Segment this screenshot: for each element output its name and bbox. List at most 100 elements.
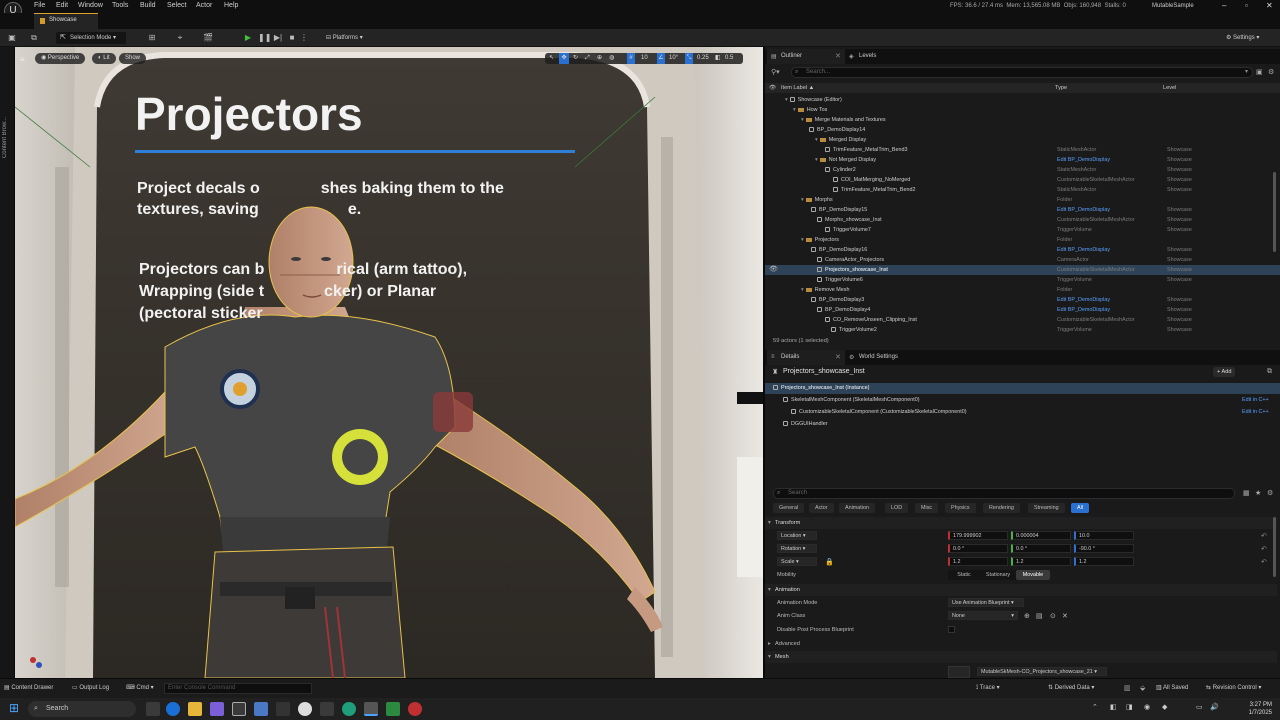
outliner-row[interactable]: TrimFeature_MetalTrim_Bend3 StaticMeshAct… xyxy=(765,145,1280,155)
platforms-button[interactable]: ⊟ Platforms ▾ xyxy=(326,32,363,44)
stats-icon[interactable]: ▥ xyxy=(1124,684,1131,692)
mesh-dropdown[interactable]: MutableSkMesh-CO_Projectors_showcase_21 … xyxy=(977,667,1107,676)
select-tool-icon[interactable]: ↖ xyxy=(549,53,554,64)
location-z-input[interactable]: 10.0 xyxy=(1074,531,1134,540)
settings-button[interactable]: ⚙ Settings ▾ xyxy=(1226,32,1259,44)
visibility-eye-icon[interactable]: 👁 xyxy=(769,265,778,275)
cinematics-icon[interactable]: 🎬 xyxy=(202,32,214,44)
outliner-row[interactable]: BP_DemoDisplay14 xyxy=(765,125,1280,135)
app-icon[interactable] xyxy=(232,702,246,716)
grid-snap-icon[interactable]: # xyxy=(627,53,635,64)
onedrive-icon[interactable] xyxy=(320,702,334,716)
section-advanced[interactable]: ▸ Advanced xyxy=(765,639,1277,650)
tab-showcase[interactable]: Showcase xyxy=(34,13,98,29)
browse-icon[interactable]: ▤ xyxy=(1036,612,1043,620)
filter-icon[interactable]: ⚲▾ xyxy=(771,68,780,76)
content-browser-strip[interactable]: Content Brow... xyxy=(0,47,15,678)
blueprint-link-icon[interactable]: ⧉ xyxy=(1267,368,1272,376)
reset-scale-icon[interactable]: ↶ xyxy=(1261,558,1267,566)
rotation-z-input[interactable]: -90.0 ° xyxy=(1074,544,1134,553)
rotation-dropdown[interactable]: Rotation ▾ xyxy=(777,544,817,553)
scale-snap-value[interactable]: 0.25 xyxy=(697,53,709,64)
volume-icon[interactable]: 🔊 xyxy=(1210,703,1219,711)
use-selected-icon[interactable]: ⊕ xyxy=(1024,612,1030,620)
tray-app4-icon[interactable]: ◆ xyxy=(1162,703,1167,711)
outliner-row[interactable]: TriggerVolume2 TriggerVolume Showcase xyxy=(765,325,1280,335)
reset-location-icon[interactable]: ↶ xyxy=(1261,532,1267,540)
lock-scale-icon[interactable]: 🔒 xyxy=(825,558,834,566)
component-row[interactable]: DGGUIHandler xyxy=(765,419,1280,430)
tab-outliner[interactable]: ▤ Outliner xyxy=(767,49,845,64)
details-close-icon[interactable]: ✕ xyxy=(835,353,841,361)
outliner-row[interactable]: ▾ Showcase (Editor) xyxy=(765,95,1280,105)
edge-icon[interactable] xyxy=(342,702,356,716)
nvidia-icon[interactable] xyxy=(386,702,400,716)
scale-dropdown[interactable]: Scale ▾ xyxy=(777,557,817,566)
outliner-row[interactable]: CO_RemoveUnseen_Clipping_Inst Customizabl… xyxy=(765,315,1280,325)
scale-x-input[interactable]: 1.2 xyxy=(948,557,1008,566)
expand-arrow-icon[interactable]: ▾ xyxy=(815,137,818,143)
disable-pp-checkbox[interactable] xyxy=(948,626,955,633)
task-view-icon[interactable] xyxy=(146,702,160,716)
unreal-taskbar-icon[interactable] xyxy=(364,702,378,716)
maximize-icon[interactable]: ▫ xyxy=(1245,1,1248,10)
category-tab[interactable]: Animation xyxy=(839,503,875,513)
anim-mode-dropdown[interactable]: Use Animation Blueprint ▾ xyxy=(948,598,1024,607)
outliner-row[interactable]: ▾ Morphs Folder xyxy=(765,195,1280,205)
blueprint-icon[interactable]: ⌖ xyxy=(174,32,186,44)
derived-data-button[interactable]: ⇅ Derived Data ▾ xyxy=(1048,684,1094,691)
component-row[interactable]: CustomizableSkeletalComponent (Customiza… xyxy=(765,407,1280,418)
component-row[interactable]: SkeletalMeshComponent (SkeletalMeshCompo… xyxy=(765,395,1280,406)
taskbar-search[interactable]: ⌕ Search xyxy=(28,701,136,717)
outliner-row[interactable]: ▾ Merged Display xyxy=(765,135,1280,145)
content-icon[interactable]: ⧉ xyxy=(28,32,40,44)
pause-icon[interactable]: ❚❚ xyxy=(258,32,271,44)
outliner-row[interactable]: BP_DemoDisplay16 Edit BP_DemoDisplay Showc… xyxy=(765,245,1280,255)
grid-snap-value[interactable]: 10 xyxy=(641,53,648,64)
column-type[interactable]: Type xyxy=(1055,83,1067,93)
rotation-snap-value[interactable]: 10° xyxy=(669,53,678,64)
outliner-row-type[interactable]: Edit BP_DemoDisplay xyxy=(1057,245,1110,255)
menu-edit[interactable]: Edit xyxy=(56,2,68,9)
category-tab[interactable]: Streaming xyxy=(1028,503,1065,513)
tab-levels[interactable]: ◈ Levels xyxy=(845,49,882,64)
recorder-icon[interactable] xyxy=(408,702,422,716)
viewport-menu-icon[interactable]: ≡ xyxy=(20,55,25,64)
column-level[interactable]: Level xyxy=(1163,83,1176,93)
all-saved-button[interactable]: ▥ All Saved xyxy=(1156,684,1188,691)
network-icon[interactable]: ▭ xyxy=(1196,703,1203,711)
tray-app-icon[interactable]: ◧ xyxy=(1110,703,1117,711)
move-tool-icon[interactable]: ✥ xyxy=(559,53,569,64)
rotation-snap-icon[interactable]: ∠ xyxy=(657,53,665,64)
content-drawer-button[interactable]: ▤ Content Drawer xyxy=(4,684,53,691)
camera-speed-value[interactable]: 0.5 xyxy=(725,53,733,64)
clear-icon[interactable]: ✕ xyxy=(1062,612,1068,620)
outliner-scrollbar[interactable] xyxy=(1273,172,1276,252)
menu-window[interactable]: Window xyxy=(78,2,103,9)
column-item-label[interactable]: Item Label ▲ xyxy=(781,83,814,93)
menu-tools[interactable]: Tools xyxy=(112,2,128,9)
component-row[interactable]: Projectors_showcase_Inst (Instance) xyxy=(765,383,1280,394)
search-dropdown-icon[interactable]: ▾ xyxy=(1245,68,1248,77)
level-viewport[interactable]: Projectors Project decals o shes baking t… xyxy=(15,47,763,678)
visual-studio-icon[interactable] xyxy=(210,702,224,716)
outliner-row[interactable]: ▾ Remove Mesh Folder xyxy=(765,285,1280,295)
outliner-row-type[interactable]: Edit BP_DemoDisplay xyxy=(1057,295,1110,305)
rotate-tool-icon[interactable]: ↻ xyxy=(573,53,578,64)
edit-in-cpp-link[interactable]: Edit in C++ xyxy=(1242,395,1269,406)
outliner-row[interactable]: BP_DemoDisplay15 Edit BP_DemoDisplay Showc… xyxy=(765,205,1280,215)
add-component-button[interactable]: + Add xyxy=(1213,367,1236,377)
outliner-row[interactable]: Cylinder2 StaticMeshActor Showcase xyxy=(765,165,1280,175)
expand-arrow-icon[interactable]: ▾ xyxy=(801,117,804,123)
console-input[interactable]: Enter Console Command xyxy=(164,683,312,694)
menu-file[interactable]: File xyxy=(34,2,45,9)
github-icon[interactable] xyxy=(298,702,312,716)
category-tab[interactable]: General xyxy=(773,503,805,513)
anim-class-dropdown[interactable]: None ▾ xyxy=(948,611,1018,620)
tray-app2-icon[interactable]: ◨ xyxy=(1126,703,1133,711)
tab-world-settings[interactable]: ⚙ World Settings xyxy=(845,350,904,365)
camera-speed-icon[interactable]: ◧ xyxy=(715,53,721,64)
play-options-icon[interactable]: ⋮ xyxy=(298,32,310,44)
expand-arrow-icon[interactable]: ▾ xyxy=(793,107,796,113)
expand-arrow-icon[interactable]: ▾ xyxy=(785,97,788,103)
